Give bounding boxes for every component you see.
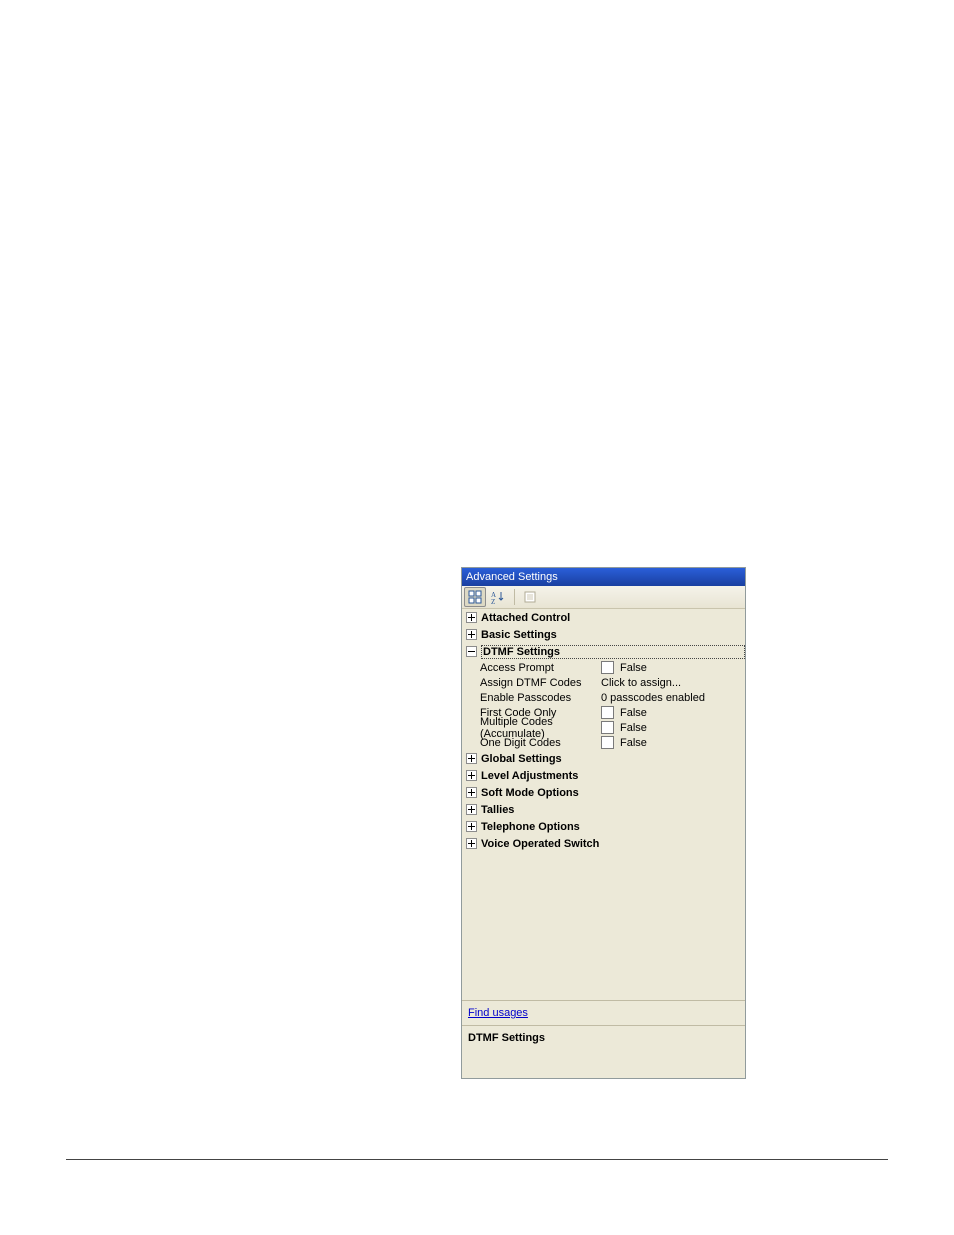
- property-grid-toolbar: AZ: [462, 586, 745, 609]
- expand-icon[interactable]: [466, 629, 477, 640]
- category-label: Telephone Options: [481, 821, 745, 833]
- property-value[interactable]: 0 passcodes enabled: [598, 692, 745, 704]
- expand-icon[interactable]: [466, 753, 477, 764]
- property-name: One Digit Codes: [462, 737, 598, 749]
- property-value-text: False: [620, 737, 647, 749]
- page-footer-rule: [66, 1159, 888, 1160]
- category-row[interactable]: Tallies: [462, 801, 745, 818]
- property-value-text: False: [620, 707, 647, 719]
- category-label: Level Adjustments: [481, 770, 745, 782]
- property-name: Enable Passcodes: [462, 692, 598, 704]
- expand-icon[interactable]: [466, 612, 477, 623]
- property-value-text: Click to assign...: [601, 677, 681, 689]
- property-value[interactable]: False: [598, 706, 745, 719]
- expand-icon[interactable]: [466, 770, 477, 781]
- category-label: Tallies: [481, 804, 745, 816]
- checkbox-icon[interactable]: [601, 736, 614, 749]
- collapse-icon[interactable]: [466, 646, 477, 657]
- description-title: DTMF Settings: [468, 1032, 739, 1044]
- property-value-text: 0 passcodes enabled: [601, 692, 705, 704]
- toolbar-separator: [514, 589, 515, 605]
- category-row[interactable]: Voice Operated Switch: [462, 835, 745, 852]
- category-label: DTMF Settings: [481, 645, 745, 659]
- find-usages-link[interactable]: Find usages: [468, 1007, 528, 1019]
- category-label: Attached Control: [481, 612, 745, 624]
- property-row[interactable]: Access Prompt False: [462, 660, 745, 675]
- category-row[interactable]: Telephone Options: [462, 818, 745, 835]
- property-row[interactable]: Enable Passcodes0 passcodes enabled: [462, 690, 745, 705]
- category-label: Soft Mode Options: [481, 787, 745, 799]
- property-grid-panel: Advanced Settings AZ Attached Control Bas…: [461, 567, 746, 1079]
- category-row[interactable]: DTMF Settings: [462, 643, 745, 660]
- property-row[interactable]: Assign DTMF CodesClick to assign...: [462, 675, 745, 690]
- property-value[interactable]: False: [598, 721, 745, 734]
- document-page: Advanced Settings AZ Attached Control Bas…: [0, 0, 954, 1235]
- expand-icon[interactable]: [466, 787, 477, 798]
- expand-icon[interactable]: [466, 821, 477, 832]
- expand-icon[interactable]: [466, 804, 477, 815]
- property-name: Access Prompt: [462, 662, 598, 674]
- categorized-view-button[interactable]: [464, 587, 486, 607]
- category-label: Voice Operated Switch: [481, 838, 745, 850]
- checkbox-icon[interactable]: [601, 721, 614, 734]
- category-row[interactable]: Attached Control: [462, 609, 745, 626]
- commands-pane: Find usages: [462, 1000, 745, 1026]
- property-value[interactable]: False: [598, 736, 745, 749]
- property-value[interactable]: False: [598, 661, 745, 674]
- property-value[interactable]: Click to assign...: [598, 677, 745, 689]
- property-value-text: False: [620, 722, 647, 734]
- category-row[interactable]: Basic Settings: [462, 626, 745, 643]
- property-value-text: False: [620, 662, 647, 674]
- panel-title: Advanced Settings: [462, 568, 745, 586]
- property-row[interactable]: One Digit Codes False: [462, 735, 745, 750]
- category-row[interactable]: Soft Mode Options: [462, 784, 745, 801]
- checkbox-icon[interactable]: [601, 661, 614, 674]
- category-row[interactable]: Global Settings: [462, 750, 745, 767]
- property-pages-button[interactable]: [519, 587, 541, 607]
- category-label: Basic Settings: [481, 629, 745, 641]
- description-pane: DTMF Settings: [462, 1026, 745, 1078]
- category-row[interactable]: Level Adjustments: [462, 767, 745, 784]
- property-grid[interactable]: Attached Control Basic Settings DTMF Setti…: [462, 609, 745, 1000]
- category-label: Global Settings: [481, 753, 745, 765]
- property-name: Assign DTMF Codes: [462, 677, 598, 689]
- svg-text:Z: Z: [491, 598, 495, 604]
- expand-icon[interactable]: [466, 838, 477, 849]
- alphabetical-view-button[interactable]: AZ: [488, 587, 510, 607]
- checkbox-icon[interactable]: [601, 706, 614, 719]
- property-row[interactable]: Multiple Codes (Accumulate)False: [462, 720, 745, 735]
